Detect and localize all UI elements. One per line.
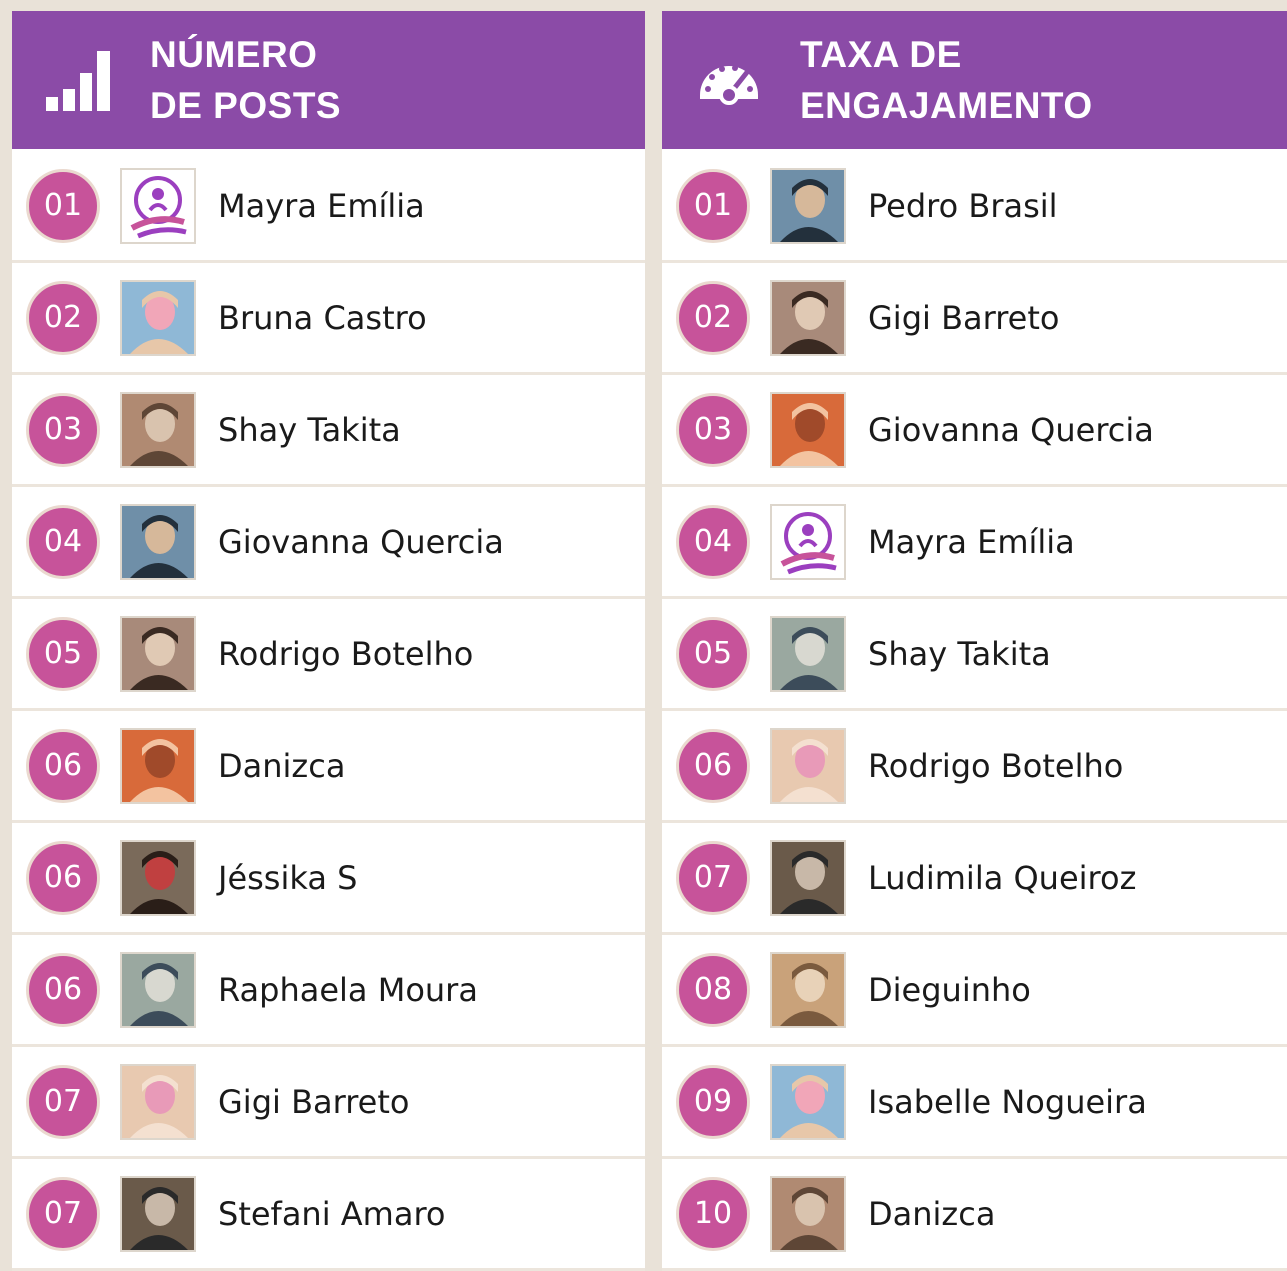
influencer-name: Pedro Brasil	[868, 186, 1058, 225]
engagement-ranking-list: 01 Pedro Brasil 02 Gigi Barreto 03 Giovanna Q…	[662, 151, 1287, 1271]
rank-badge: 01	[26, 168, 100, 243]
avatar	[120, 615, 196, 692]
ranking-board: NÚMERO DE POSTS 01 Mayra Emília 02 Bruna Ca…	[0, 0, 1287, 1271]
list-item[interactable]: 03 Giovanna Quercia	[662, 375, 1287, 487]
posts-panel-title: NÚMERO DE POSTS	[150, 29, 341, 131]
list-item[interactable]: 05 Shay Takita	[662, 599, 1287, 711]
list-item[interactable]: 07 Gigi Barreto	[12, 1047, 645, 1159]
avatar	[120, 951, 196, 1028]
influencer-name: Giovanna Quercia	[868, 410, 1154, 449]
influencer-name: Rodrigo Botelho	[218, 634, 474, 673]
list-item[interactable]: 04 Giovanna Quercia	[12, 487, 645, 599]
list-item[interactable]: 10 Danizca	[662, 1159, 1287, 1271]
speedometer-icon	[696, 49, 762, 111]
posts-ranking-list: 01 Mayra Emília 02 Bruna Castro 03 Shay Takit…	[12, 151, 645, 1271]
engagement-ranking-panel: TAXA DE ENGAJAMENTO 01 Pedro Brasil 02 Gigi…	[659, 8, 1287, 1271]
list-item[interactable]: 07 Stefani Amaro	[12, 1159, 645, 1271]
influencer-name: Raphaela Moura	[218, 970, 478, 1009]
avatar	[120, 727, 196, 804]
list-item[interactable]: 01 Pedro Brasil	[662, 151, 1287, 263]
list-item[interactable]: 06 Danizca	[12, 711, 645, 823]
avatar	[120, 279, 196, 356]
influencer-name: Shay Takita	[218, 410, 401, 449]
influencer-name: Bruna Castro	[218, 298, 427, 337]
avatar	[770, 1063, 846, 1140]
influencer-name: Mayra Emília	[218, 186, 425, 225]
influencer-name: Shay Takita	[868, 634, 1051, 673]
list-item[interactable]: 05 Rodrigo Botelho	[12, 599, 645, 711]
rank-badge: 06	[26, 728, 100, 803]
avatar	[770, 839, 846, 916]
rank-badge: 10	[676, 1176, 750, 1251]
rank-badge: 05	[26, 616, 100, 691]
engagement-title-line1: TAXA DE	[800, 34, 962, 75]
influencer-name: Stefani Amaro	[218, 1194, 446, 1233]
avatar	[770, 727, 846, 804]
rank-badge: 07	[26, 1176, 100, 1251]
avatar	[120, 391, 196, 468]
rank-badge: 06	[26, 952, 100, 1027]
rank-badge: 09	[676, 1064, 750, 1139]
list-item[interactable]: 01 Mayra Emília	[12, 151, 645, 263]
list-item[interactable]: 04 Mayra Emília	[662, 487, 1287, 599]
influencer-name: Ludimila Queiroz	[868, 858, 1137, 897]
influencer-name: Gigi Barreto	[218, 1082, 410, 1121]
list-item[interactable]: 03 Shay Takita	[12, 375, 645, 487]
avatar	[770, 1175, 846, 1252]
avatar	[770, 167, 846, 244]
avatar	[120, 1175, 196, 1252]
rank-badge: 03	[26, 392, 100, 467]
achadinhos-logo-avatar	[770, 503, 846, 580]
influencer-name: Giovanna Quercia	[218, 522, 504, 561]
rank-badge: 07	[26, 1064, 100, 1139]
engagement-title-line2: ENGAJAMENTO	[800, 85, 1093, 126]
influencer-name: Mayra Emília	[868, 522, 1075, 561]
posts-ranking-panel: NÚMERO DE POSTS 01 Mayra Emília 02 Bruna Ca…	[9, 8, 648, 1271]
signal-bars-icon	[46, 49, 112, 111]
rank-badge: 07	[676, 840, 750, 915]
list-item[interactable]: 08 Dieguinho	[662, 935, 1287, 1047]
avatar	[120, 503, 196, 580]
influencer-name: Gigi Barreto	[868, 298, 1060, 337]
engagement-panel-title: TAXA DE ENGAJAMENTO	[800, 29, 1093, 131]
list-item[interactable]: 07 Ludimila Queiroz	[662, 823, 1287, 935]
influencer-name: Danizca	[218, 746, 346, 785]
avatar	[120, 839, 196, 916]
influencer-name: Jéssika S	[218, 858, 358, 897]
list-item[interactable]: 06 Raphaela Moura	[12, 935, 645, 1047]
posts-title-line2: DE POSTS	[150, 85, 342, 126]
rank-badge: 02	[676, 280, 750, 355]
achadinhos-logo-avatar	[120, 167, 196, 244]
engagement-panel-header: TAXA DE ENGAJAMENTO	[662, 11, 1287, 149]
avatar	[770, 615, 846, 692]
rank-badge: 08	[676, 952, 750, 1027]
posts-title-line1: NÚMERO	[150, 34, 318, 75]
list-item[interactable]: 06 Rodrigo Botelho	[662, 711, 1287, 823]
list-item[interactable]: 02 Gigi Barreto	[662, 263, 1287, 375]
rank-badge: 04	[26, 504, 100, 579]
rank-badge: 06	[26, 840, 100, 915]
influencer-name: Rodrigo Botelho	[868, 746, 1124, 785]
list-item[interactable]: 09 Isabelle Nogueira	[662, 1047, 1287, 1159]
list-item[interactable]: 02 Bruna Castro	[12, 263, 645, 375]
posts-panel-header: NÚMERO DE POSTS	[12, 11, 645, 149]
rank-badge: 05	[676, 616, 750, 691]
rank-badge: 06	[676, 728, 750, 803]
list-item[interactable]: 06 Jéssika S	[12, 823, 645, 935]
influencer-name: Dieguinho	[868, 970, 1031, 1009]
avatar	[120, 1063, 196, 1140]
rank-badge: 03	[676, 392, 750, 467]
avatar	[770, 391, 846, 468]
rank-badge: 04	[676, 504, 750, 579]
avatar	[770, 951, 846, 1028]
avatar	[770, 279, 846, 356]
influencer-name: Danizca	[868, 1194, 996, 1233]
rank-badge: 02	[26, 280, 100, 355]
influencer-name: Isabelle Nogueira	[868, 1082, 1147, 1121]
rank-badge: 01	[676, 168, 750, 243]
